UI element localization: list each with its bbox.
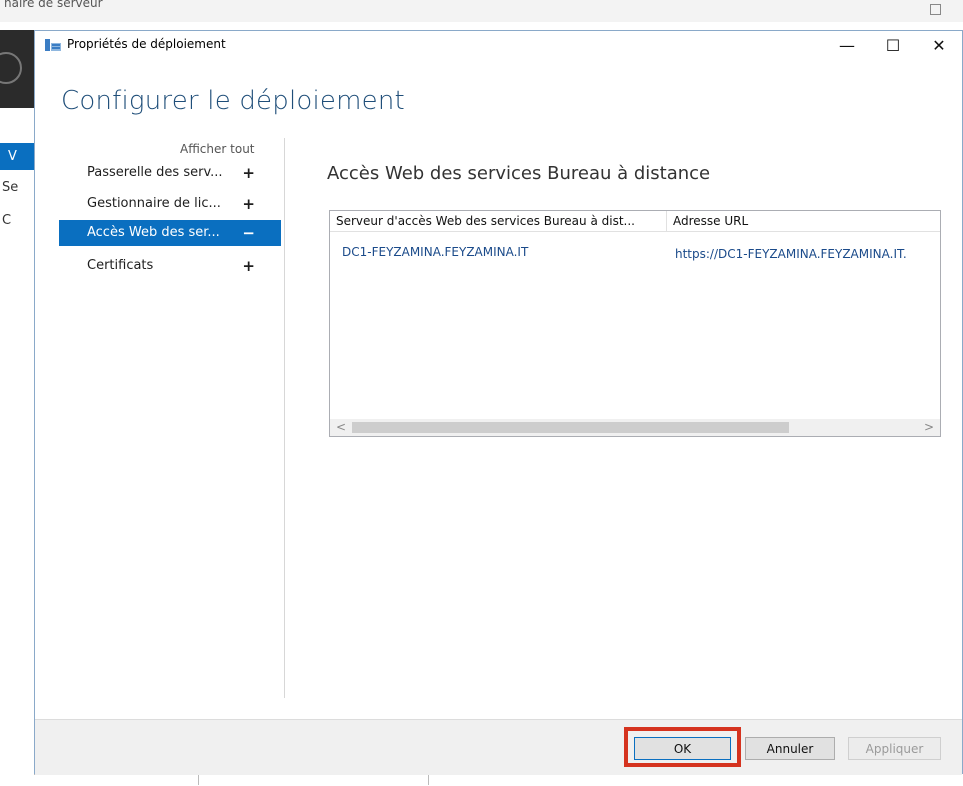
background-divider	[198, 774, 199, 785]
scroll-left-icon[interactable]: <	[336, 420, 346, 434]
nav-divider	[284, 138, 285, 698]
nav-item-label: Passerelle des serv...	[87, 165, 223, 180]
table-cell-url[interactable]: https://DC1-FEYZAMINA.FEYZAMINA.IT.	[675, 247, 907, 261]
column-header-url[interactable]: Adresse URL	[667, 211, 940, 232]
column-header-server[interactable]: Serveur d'accès Web des services Bureau …	[330, 211, 667, 232]
cancel-button[interactable]: Annuler	[745, 737, 835, 760]
page-title: Configurer le déploiement	[61, 86, 405, 116]
background-sidebar-item[interactable]: C	[2, 213, 11, 228]
horizontal-scrollbar[interactable]: < >	[330, 419, 940, 436]
expand-icon[interactable]: +	[242, 191, 255, 217]
nav-item-web-access[interactable]: Accès Web des ser... −	[59, 220, 281, 246]
ok-button[interactable]: OK	[634, 737, 731, 760]
background-maximize-icon[interactable]	[930, 4, 941, 15]
background-divider	[428, 774, 429, 785]
server-app-icon	[45, 39, 61, 51]
minimize-button[interactable]: —	[824, 31, 870, 59]
nav-item-gateway[interactable]: Passerelle des serv... +	[59, 160, 281, 186]
nav-item-label: Certificats	[87, 258, 154, 273]
background-bottom-line	[34, 774, 474, 786]
apply-button[interactable]: Appliquer	[848, 737, 941, 760]
show-all-link[interactable]: Afficher tout	[180, 142, 255, 156]
collapse-icon[interactable]: −	[242, 220, 255, 246]
dialog-titlebar[interactable]: Propriétés de déploiement — ☐ ✕	[35, 31, 962, 59]
nav-item-licensing[interactable]: Gestionnaire de lic... +	[59, 191, 281, 217]
nav-item-label: Accès Web des ser...	[87, 225, 220, 240]
dialog-title: Propriétés de déploiement	[67, 37, 226, 51]
background-sidebar-item[interactable]: Se	[2, 180, 18, 195]
expand-icon[interactable]: +	[242, 253, 255, 279]
background-window-titlebar: naire de serveur	[0, 0, 963, 22]
background-sidebar-selected[interactable]: V	[0, 143, 34, 170]
section-title: Accès Web des services Bureau à distance	[327, 163, 711, 184]
nav-item-certificates[interactable]: Certificats +	[59, 253, 281, 279]
dialog-footer: OK Annuler Appliquer	[35, 719, 962, 775]
nav-item-label: Gestionnaire de lic...	[87, 196, 221, 211]
scroll-right-icon[interactable]: >	[924, 420, 934, 434]
background-window-title: naire de serveur	[4, 0, 103, 10]
expand-icon[interactable]: +	[242, 160, 255, 186]
deployment-properties-dialog: Propriétés de déploiement — ☐ ✕ Configur…	[34, 30, 963, 775]
web-access-servers-table[interactable]: Serveur d'accès Web des services Bureau …	[329, 210, 941, 437]
table-cell-server[interactable]: DC1-FEYZAMINA.FEYZAMINA.IT	[342, 245, 528, 259]
close-button[interactable]: ✕	[916, 31, 962, 59]
maximize-button[interactable]: ☐	[870, 31, 916, 59]
scrollbar-thumb[interactable]	[352, 422, 789, 433]
